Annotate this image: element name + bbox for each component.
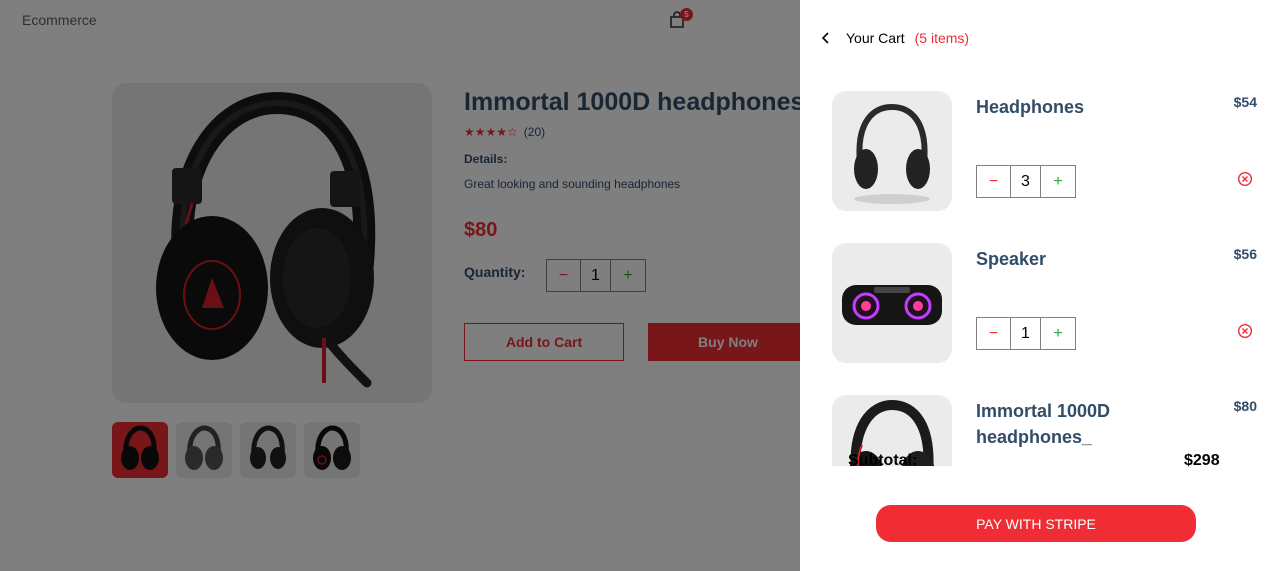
increase-quantity-button[interactable]: + <box>1041 318 1075 349</box>
quantity-value: 3 <box>1011 166 1041 197</box>
cart-item-price: $80 <box>1233 398 1257 414</box>
quantity-stepper: − 1 + <box>976 317 1076 350</box>
cart-item-price: $54 <box>1233 94 1257 110</box>
cart-panel: Your Cart (5 items) Headphones $54 − 3 + <box>800 0 1279 571</box>
cart-backdrop[interactable] <box>0 0 800 571</box>
cart-item-image <box>832 243 952 363</box>
cart-item-name: Headphones <box>976 97 1085 117</box>
increase-quantity-button[interactable]: + <box>1041 166 1075 197</box>
cart-back-button[interactable]: Your Cart (5 items) <box>818 30 969 46</box>
subtotal-label: Subtotal: <box>848 452 918 469</box>
quantity-stepper: − 3 + <box>976 165 1076 198</box>
cart-item-price: $56 <box>1233 246 1257 262</box>
subtotal-value: $298 <box>1184 452 1220 469</box>
decrease-quantity-button[interactable]: − <box>977 318 1011 349</box>
cart-item-list[interactable]: Headphones $54 − 3 + Speaker $56 − 1 + I… <box>800 80 1279 466</box>
chevron-left-icon <box>821 32 829 44</box>
remove-circle-icon[interactable] <box>1237 171 1253 187</box>
cart-item-image <box>832 91 952 211</box>
cart-item: Speaker $56 − 1 + <box>832 232 1257 363</box>
decrease-quantity-button[interactable]: − <box>977 166 1011 197</box>
quantity-value: 1 <box>1011 318 1041 349</box>
cart-item-name: Speaker <box>976 249 1047 269</box>
cart-item-name: Immortal 1000D headphones_ <box>976 401 1111 447</box>
pay-with-stripe-button[interactable]: PAY WITH STRIPE <box>876 505 1196 542</box>
cart-item: Headphones $54 − 3 + <box>832 80 1257 211</box>
cart-item-count: (5 items) <box>914 30 970 46</box>
remove-circle-icon[interactable] <box>1237 323 1253 339</box>
cart-heading: Your Cart <box>846 30 905 46</box>
